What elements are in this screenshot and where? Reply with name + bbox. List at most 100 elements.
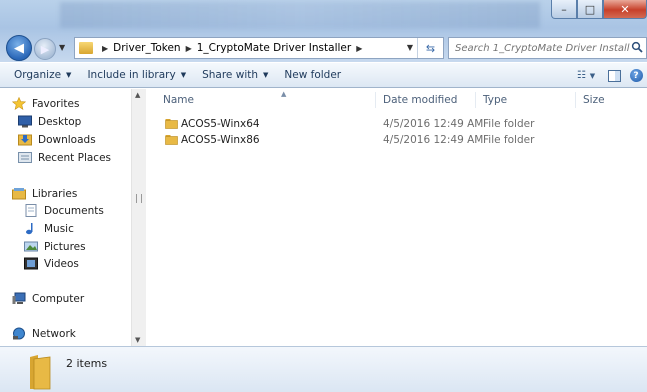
organize-menu[interactable]: Organize ▼ — [6, 69, 79, 81]
pictures-icon — [24, 241, 38, 252]
chevron-right-icon[interactable]: ▶ — [102, 44, 108, 53]
column-header-name[interactable]: Name ▲ — [163, 89, 363, 110]
nav-item-libraries[interactable]: Libraries — [12, 187, 77, 200]
window-controls: – □ ✕ — [551, 0, 647, 20]
chevron-down-icon: ▼ — [66, 71, 72, 79]
help-button[interactable]: ? — [625, 66, 647, 86]
share-with-menu[interactable]: Share with ▼ — [194, 69, 276, 81]
scroll-down-icon[interactable]: ▼ — [135, 336, 140, 344]
nav-item-videos[interactable]: Videos — [24, 257, 79, 270]
recent-places-icon — [18, 152, 32, 163]
item-count: 2 items — [66, 357, 108, 370]
file-list: Name ▲ Date modified Type Size ACOS5-Win… — [147, 89, 647, 346]
nav-item-label: Computer — [32, 292, 85, 305]
back-arrow-icon: ◀ — [14, 40, 24, 56]
scroll-up-icon[interactable]: ▲ — [135, 91, 140, 99]
nav-item-desktop[interactable]: Desktop — [18, 115, 81, 128]
nav-item-recent-places[interactable]: Recent Places — [18, 151, 111, 164]
nav-item-label: Downloads — [38, 133, 96, 146]
title-glass — [60, 2, 540, 28]
file-type: File folder — [483, 134, 535, 146]
nav-item-label: Libraries — [32, 187, 78, 200]
table-row[interactable]: ACOS5-Winx64 4/5/2016 12:49 AM File fold… — [147, 116, 534, 132]
scroll-thumb[interactable] — [136, 194, 142, 203]
desktop-icon — [18, 115, 32, 128]
column-divider[interactable] — [475, 92, 476, 108]
nav-item-label: Network — [32, 327, 76, 340]
column-name-label: Name — [163, 93, 194, 106]
search-box[interactable] — [448, 37, 647, 59]
nav-item-downloads[interactable]: Downloads — [18, 133, 96, 146]
folder-icon — [165, 135, 178, 145]
documents-icon — [25, 204, 37, 217]
breadcrumb-cryptomate[interactable]: 1_CryptoMate Driver Installer — [197, 42, 351, 54]
chevron-right-icon[interactable]: ▶ — [186, 44, 192, 53]
folder-icon — [79, 42, 93, 54]
star-icon — [12, 97, 26, 110]
details-view-icon: ☷ — [576, 70, 586, 81]
libraries-icon — [12, 188, 26, 200]
close-button[interactable]: ✕ — [603, 0, 647, 19]
nav-item-music[interactable]: Music — [24, 222, 74, 235]
share-with-label: Share with — [202, 69, 259, 81]
nav-item-label: Recent Places — [38, 151, 112, 164]
file-date: 4/5/2016 12:49 AM — [383, 118, 484, 130]
nav-item-computer[interactable]: Computer — [12, 292, 84, 305]
refresh-icon: ⇆ — [425, 41, 436, 55]
column-size-label: Size — [583, 93, 605, 106]
chevron-down-icon: ▼ — [180, 71, 187, 79]
preview-pane-icon — [607, 69, 621, 82]
column-date-label: Date modified — [383, 93, 458, 106]
navigation-scrollbar[interactable]: ▲ ▼ — [131, 89, 146, 346]
column-header-size[interactable]: Size — [583, 89, 633, 110]
nav-item-label: Pictures — [44, 240, 86, 253]
videos-icon — [24, 257, 38, 270]
computer-icon — [12, 292, 26, 304]
change-view-button[interactable]: ☷ ▼ — [569, 66, 603, 86]
refresh-button[interactable]: ⇆ — [417, 38, 443, 58]
breadcrumb-driver-token[interactable]: Driver_Token — [113, 42, 180, 54]
file-date: 4/5/2016 12:49 AM — [383, 134, 484, 146]
search-input[interactable] — [455, 42, 630, 54]
address-dropdown-icon[interactable]: ▼ — [407, 43, 413, 52]
nav-item-network[interactable]: Network — [12, 327, 76, 340]
column-type-label: Type — [483, 93, 508, 106]
chevron-down-icon: ▼ — [589, 71, 596, 80]
file-name: ACOS5-Winx64 — [181, 118, 260, 130]
column-header-date[interactable]: Date modified — [383, 89, 473, 110]
search-icon[interactable] — [631, 41, 643, 53]
music-icon — [26, 223, 33, 235]
new-folder-button[interactable]: New folder — [276, 69, 349, 81]
address-bar[interactable]: ▶ Driver_Token ▶ 1_CryptoMate Driver Ins… — [74, 37, 444, 59]
nav-item-documents[interactable]: Documents — [24, 204, 104, 217]
nav-item-label: Videos — [44, 257, 79, 270]
file-type: File folder — [483, 118, 535, 130]
recent-pages-dropdown[interactable]: ▼ — [59, 43, 65, 52]
column-divider[interactable] — [375, 92, 376, 108]
organize-label: Organize — [14, 69, 62, 81]
downloads-icon — [18, 134, 32, 146]
column-header-type[interactable]: Type — [483, 89, 573, 110]
preview-pane-button[interactable] — [603, 66, 625, 86]
column-divider[interactable] — [575, 92, 576, 108]
nav-item-pictures[interactable]: Pictures — [24, 240, 86, 253]
new-folder-label: New folder — [284, 69, 342, 81]
nav-item-label: Documents — [44, 204, 104, 217]
view-controls: ☷ ▼ ? — [569, 63, 647, 88]
back-button[interactable]: ◀ — [6, 35, 32, 61]
nav-item-label: Desktop — [38, 115, 82, 128]
table-row[interactable]: ACOS5-Winx86 4/5/2016 12:49 AM File fold… — [147, 132, 534, 148]
chevron-right-icon[interactable]: ▶ — [356, 44, 362, 53]
file-name: ACOS5-Winx86 — [181, 134, 260, 146]
navigation-pane: Favorites Desktop Downloads Recent Place… — [0, 89, 146, 346]
minimize-button[interactable]: – — [551, 0, 577, 19]
nav-item-label: Favorites — [32, 97, 80, 110]
folder-icon — [30, 355, 51, 390]
maximize-button[interactable]: □ — [577, 0, 603, 19]
details-pane: 2 items — [0, 346, 647, 392]
breadcrumb: ▶ Driver_Token ▶ 1_CryptoMate Driver Ins… — [97, 42, 367, 54]
forward-button[interactable]: ▶ — [34, 38, 56, 60]
folder-icon — [165, 119, 178, 129]
include-in-library-menu[interactable]: Include in library ▼ — [79, 69, 194, 81]
nav-item-favorites[interactable]: Favorites — [12, 97, 79, 110]
